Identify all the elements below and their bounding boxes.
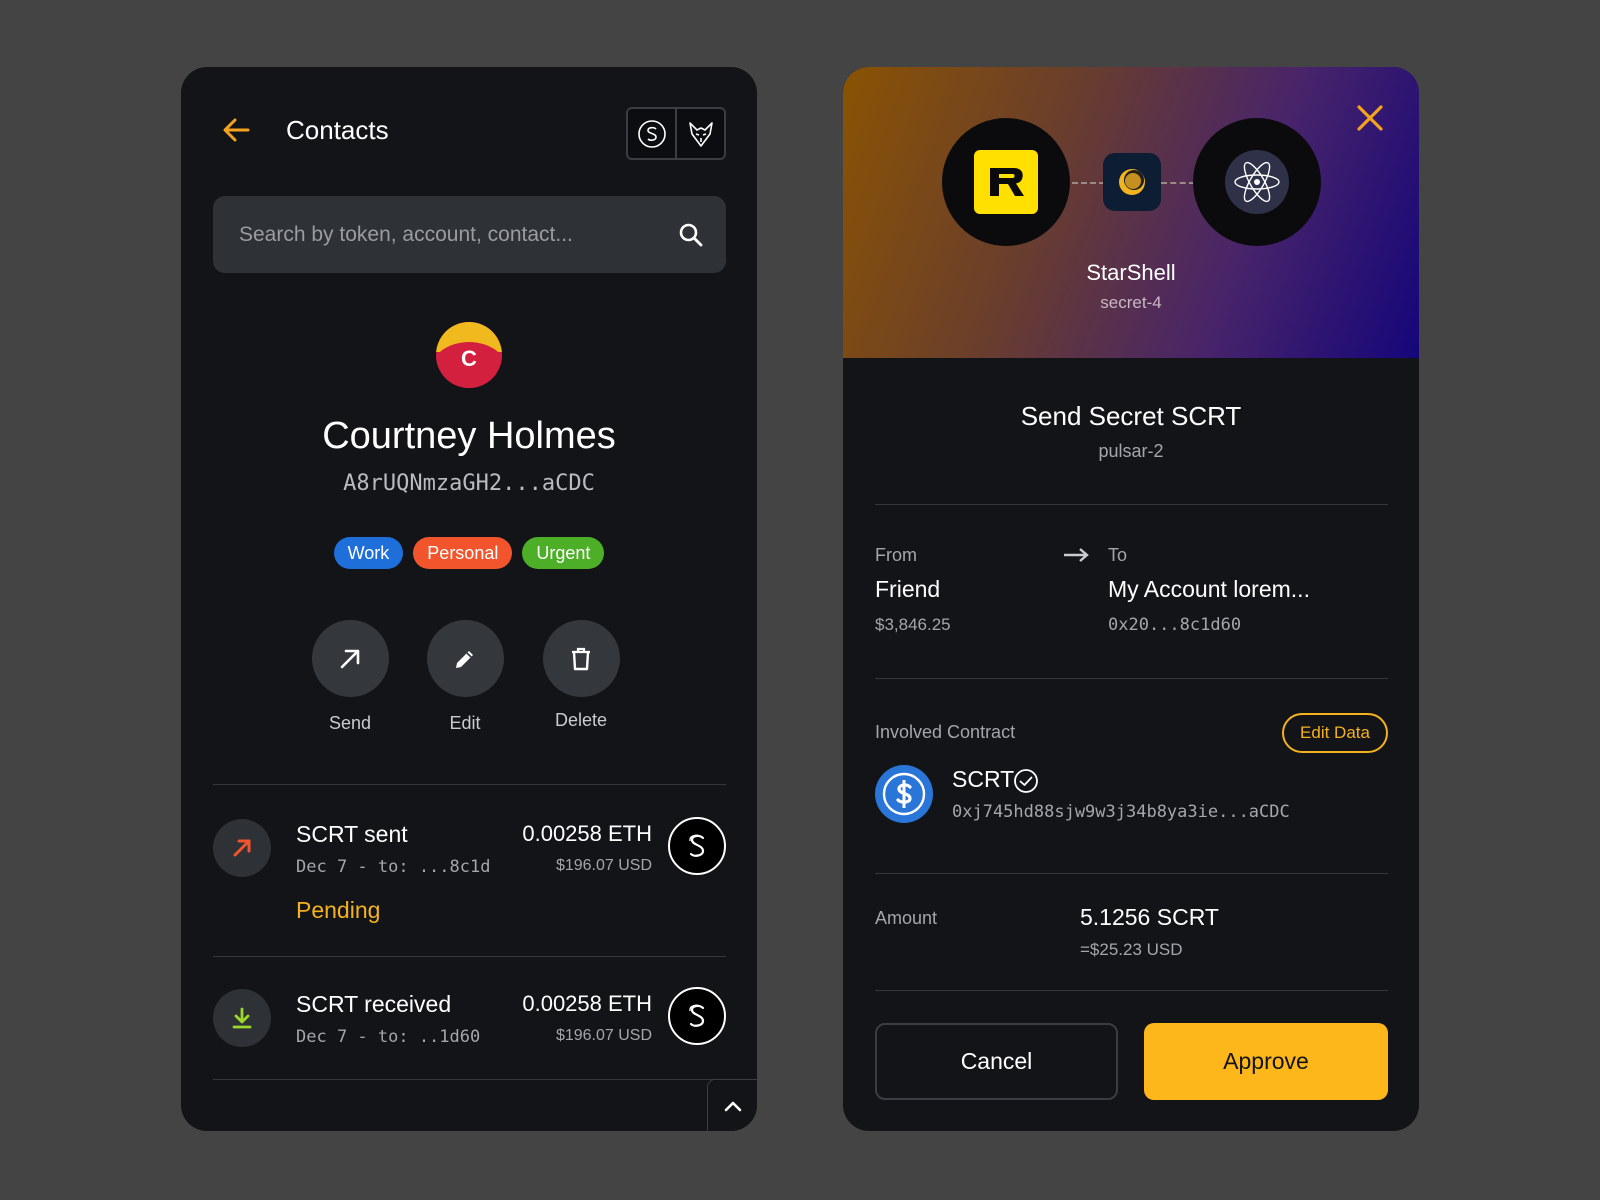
edit-action: Edit bbox=[405, 620, 525, 734]
search-input[interactable] bbox=[239, 222, 678, 247]
connector-line bbox=[1161, 182, 1195, 184]
pencil-icon bbox=[456, 650, 473, 668]
dapp-logo bbox=[942, 118, 1070, 246]
amount-usd: =$25.23 USD bbox=[1080, 940, 1183, 959]
tx-received-icon-wrap bbox=[213, 989, 271, 1047]
delete-label: Delete bbox=[554, 710, 608, 730]
amount-value: 5.1256 SCRT bbox=[1080, 904, 1219, 930]
download-icon bbox=[232, 1007, 252, 1029]
tx-subtitle: Dec 7 - to: ..1d60 bbox=[296, 1027, 481, 1047]
from-name: Friend bbox=[875, 576, 941, 602]
delete-button[interactable] bbox=[542, 620, 620, 697]
to-label: To bbox=[1108, 545, 1128, 565]
cosmos-chain-logo bbox=[1193, 118, 1321, 246]
to-name: My Account lorem... bbox=[1108, 576, 1310, 602]
request-title: Send Secret SCRT bbox=[1020, 401, 1242, 431]
scroll-to-top-button[interactable] bbox=[707, 1079, 757, 1131]
divider bbox=[875, 873, 1388, 874]
send-action: Send bbox=[290, 620, 410, 734]
amount-label: Amount bbox=[875, 908, 938, 928]
edit-data-button[interactable]: Edit Data bbox=[1282, 713, 1388, 753]
contract-token: SCRT bbox=[952, 766, 1015, 792]
tag-urgent[interactable]: Urgent bbox=[522, 537, 605, 569]
tx-subtitle: Dec 7 - to: ...8c1d bbox=[296, 857, 491, 877]
transaction-row[interactable]: SCRT received Dec 7 - to: ..1d60 0.00258… bbox=[213, 987, 726, 1069]
divider bbox=[875, 678, 1388, 679]
search-bar[interactable] bbox=[213, 196, 726, 273]
usdc-token-icon bbox=[875, 765, 933, 823]
tx-amount: 0.00258 ETH bbox=[522, 821, 652, 846]
cosmos-atom-icon bbox=[1225, 150, 1289, 214]
delete-action: Delete bbox=[521, 620, 641, 731]
tag-work[interactable]: Work bbox=[333, 537, 404, 569]
send-button[interactable] bbox=[311, 620, 389, 697]
approval-panel: StarShell secret-4 Send Secret SCRT puls… bbox=[843, 67, 1419, 1131]
avatar: C bbox=[436, 322, 502, 388]
edit-label: Edit bbox=[449, 713, 481, 733]
network-switcher[interactable] bbox=[626, 107, 726, 160]
tx-sent-icon-wrap bbox=[213, 819, 271, 877]
contact-address: A8rUQNmzaGH2...aCDC bbox=[343, 471, 595, 496]
request-chain: pulsar-2 bbox=[1098, 441, 1164, 461]
contract-address: 0xj745hd88sjw9w3j34b8ya3ie...aCDC bbox=[952, 802, 1290, 822]
starshell-extension-icon bbox=[1103, 153, 1161, 211]
page-title: Contacts bbox=[286, 115, 389, 145]
send-label: Send bbox=[328, 713, 372, 733]
cancel-button[interactable]: Cancel bbox=[875, 1023, 1118, 1100]
to-address: 0x20...8c1d60 bbox=[1108, 615, 1242, 635]
tx-amount: 0.00258 ETH bbox=[522, 991, 652, 1016]
contact-name: Courtney Holmes bbox=[322, 415, 616, 457]
secret-network-icon bbox=[668, 817, 726, 875]
secret-network-icon bbox=[668, 987, 726, 1045]
tx-status: Pending bbox=[296, 897, 381, 923]
transaction-row[interactable]: SCRT sent Dec 7 - to: ...8c1d Pending 0.… bbox=[213, 817, 726, 929]
tx-title: SCRT received bbox=[296, 991, 452, 1017]
tx-title: SCRT sent bbox=[296, 821, 408, 847]
tx-usd: $196.07 USD bbox=[555, 1027, 652, 1044]
approve-button[interactable]: Approve bbox=[1144, 1023, 1388, 1100]
chevron-up-icon bbox=[724, 1101, 741, 1111]
app-name: StarShell bbox=[1086, 260, 1176, 285]
from-label: From bbox=[875, 545, 917, 565]
from-balance: $3,846.25 bbox=[875, 615, 951, 634]
avatar-initial: C bbox=[461, 346, 477, 371]
divider bbox=[213, 784, 726, 785]
divider bbox=[875, 990, 1388, 991]
contract-label: Involved Contract bbox=[875, 722, 1016, 742]
verified-check-icon bbox=[1014, 769, 1038, 793]
divider bbox=[213, 956, 726, 957]
divider bbox=[213, 1079, 726, 1080]
back-arrow-icon[interactable] bbox=[221, 115, 251, 145]
edit-button[interactable] bbox=[426, 620, 504, 697]
trash-icon bbox=[572, 647, 590, 670]
tag-personal[interactable]: Personal bbox=[413, 537, 513, 569]
tx-usd: $196.07 USD bbox=[555, 857, 652, 874]
tag-list: Work Personal Urgent bbox=[181, 537, 757, 569]
arrow-up-right-icon bbox=[340, 649, 360, 668]
arrow-right-icon bbox=[1064, 548, 1089, 562]
rarible-icon bbox=[974, 150, 1038, 214]
arrow-up-right-icon bbox=[233, 839, 251, 857]
secret-network-icon[interactable] bbox=[628, 109, 675, 158]
app-header: StarShell secret-4 bbox=[843, 67, 1419, 358]
divider bbox=[875, 504, 1388, 505]
app-chain: secret-4 bbox=[1100, 293, 1162, 312]
close-icon[interactable] bbox=[1355, 103, 1385, 133]
search-icon[interactable] bbox=[678, 222, 704, 248]
contacts-panel: Contacts C Courtney Holmes A8rUQNmzaGH2.… bbox=[181, 67, 757, 1131]
fox-wallet-icon[interactable] bbox=[675, 109, 724, 158]
